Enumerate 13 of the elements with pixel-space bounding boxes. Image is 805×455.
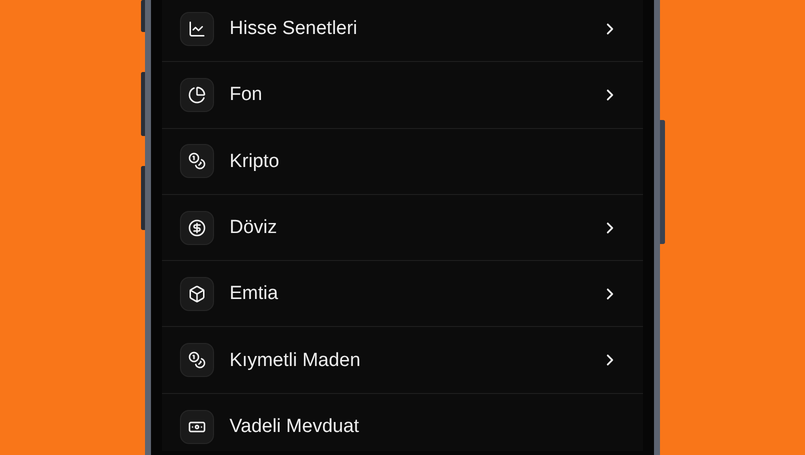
menu-item[interactable]: Kıymetli Maden [230,350,600,370]
chart-icon [188,20,206,38]
menu-item[interactable]: Kripto [230,152,600,171]
menu-item[interactable]: Vadeli Mevduat [230,417,600,436]
dollar-icon [188,218,206,237]
menu-item[interactable]: Hisse Senetleri [230,19,600,38]
menu-item[interactable]: Fon [230,85,600,104]
coins-icon [188,351,206,370]
pie-chart-icon [188,86,206,104]
menu-item[interactable]: Döviz [230,218,600,238]
coins-icon [188,152,206,170]
cube-icon [188,284,206,303]
menu-item[interactable]: Emtia [230,284,600,304]
